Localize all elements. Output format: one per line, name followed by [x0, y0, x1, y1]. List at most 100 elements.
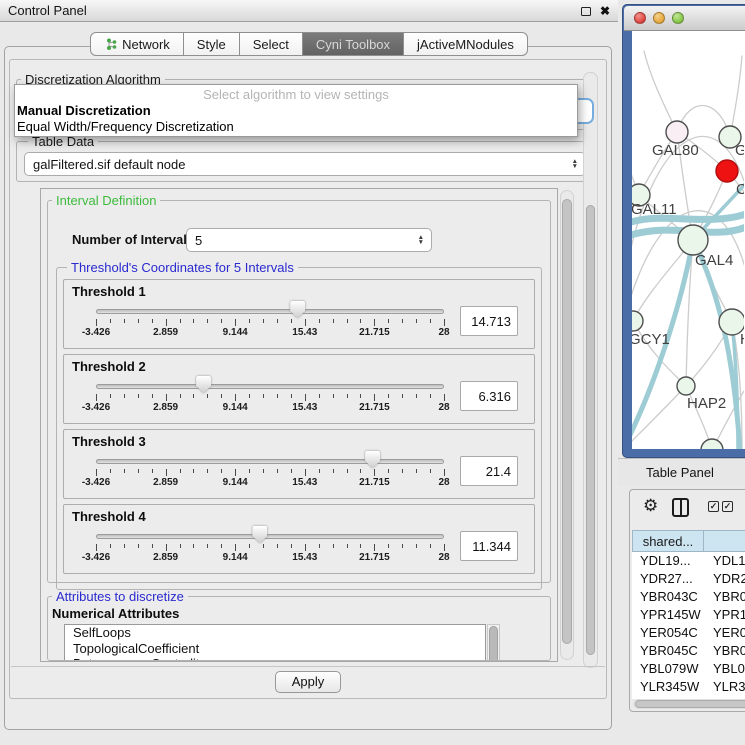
tick-label: 2.859 — [153, 477, 178, 488]
network-node-hap2[interactable] — [677, 377, 695, 395]
slider-thumb[interactable] — [290, 301, 305, 318]
thresholds-group-title: Threshold's Coordinates for 5 Intervals — [67, 260, 298, 275]
network-node-c[interactable] — [716, 160, 738, 182]
close-light-icon[interactable] — [634, 12, 646, 24]
num-intervals-select[interactable]: 5 ▲▼ — [186, 228, 432, 252]
table-cell: YDL19... — [632, 552, 704, 570]
tab-style[interactable]: Style — [184, 32, 240, 56]
spinner-icon: ▲▼ — [418, 229, 424, 251]
algorithm-dropdown-popup: Select algorithm to view settings Manual… — [14, 84, 578, 137]
network-node-gal80[interactable] — [666, 121, 688, 143]
threshold-slider[interactable]: -3.4262.8599.14415.4321.71528 — [94, 374, 446, 418]
attribute-item[interactable]: SelfLoops — [65, 625, 485, 641]
tab-label: Cyni Toolbox — [316, 37, 390, 52]
checkbox-icon[interactable]: ✓ — [722, 501, 733, 512]
thresholds-group: Threshold's Coordinates for 5 Intervals … — [56, 260, 542, 590]
panel-scrollbar[interactable] — [583, 72, 598, 668]
apply-button[interactable]: Apply — [275, 671, 342, 693]
algorithm-option-manual-discretization[interactable]: Manual Discretization — [15, 103, 577, 119]
network-node-gal4[interactable] — [678, 225, 708, 255]
threshold-label: Threshold 1 — [72, 284, 526, 299]
discretize-tab-content: Discretization Algorithm Table Data galF… — [9, 59, 607, 699]
table-row[interactable]: YDL19...YDL19 — [632, 552, 745, 570]
network-edge[interactable] — [644, 51, 677, 132]
table-row[interactable]: YBR043CYBR043C — [632, 588, 745, 606]
settings-scrollbar[interactable] — [560, 190, 574, 660]
table-row[interactable]: YBR045CYBR045C — [632, 642, 745, 660]
node-label: GCY1 — [632, 331, 670, 348]
tick-label: 28 — [438, 552, 449, 563]
control-panel-titlebar: Control Panel ✖ — [0, 0, 618, 22]
threshold-slider[interactable]: -3.4262.8599.14415.4321.71528 — [94, 524, 446, 568]
table-cell: YDL19 — [704, 552, 745, 570]
network-window-titlebar — [624, 6, 745, 31]
tick-label: 2.859 — [153, 402, 178, 413]
checkbox-icon[interactable]: ✓ — [708, 501, 719, 512]
table-data-select[interactable]: galFiltered.sif default node ▲▼ — [24, 152, 586, 176]
threshold-slider[interactable]: -3.4262.8599.14415.4321.71528 — [94, 299, 446, 343]
attribute-item[interactable]: BetweennessCentrality — [65, 656, 485, 661]
tick-label: -3.426 — [82, 552, 110, 563]
table-row[interactable]: YPR145WYPR145W — [632, 606, 745, 624]
table-toolbar: ⚙ ✓ ✓ — [630, 490, 745, 528]
zoom-light-icon[interactable] — [672, 12, 684, 24]
node-label: GAL80 — [652, 142, 699, 159]
network-edge[interactable] — [730, 56, 742, 137]
table-cell: YBL079W — [632, 660, 704, 678]
minimize-light-icon[interactable] — [653, 12, 665, 24]
tick-label: 28 — [438, 477, 449, 488]
slider-thumb[interactable] — [252, 526, 267, 543]
attribute-item[interactable]: TopologicalCoefficient — [65, 641, 485, 657]
control-panel: Control Panel ✖ NetworkStyleSelect Cyni T… — [0, 0, 618, 745]
table-header: shared...name — [632, 530, 745, 552]
tick-label: -3.426 — [82, 402, 110, 413]
algorithm-settings-panel: Interval Definition Number of Intervals … — [40, 188, 558, 662]
threshold-value-field[interactable]: 11.344 — [460, 531, 518, 561]
tick-label: 9.144 — [223, 552, 248, 563]
table-cell: YPR145W — [632, 606, 704, 624]
apply-row: Apply — [11, 666, 605, 696]
slider-thumb[interactable] — [365, 451, 380, 468]
network-window: GAL80GACGAL11GAL4GCY1HHAP2 — [622, 4, 745, 458]
network-icon — [104, 38, 117, 51]
table-panel: ⚙ ✓ ✓ shared...name YDL19...YDL19YDR27..… — [629, 489, 745, 712]
network-canvas[interactable]: GAL80GACGAL11GAL4GCY1HHAP2 — [632, 31, 745, 449]
tab-select[interactable]: Select — [240, 32, 303, 56]
table-row[interactable]: YLR345WYLR345W — [632, 678, 745, 696]
float-window-icon[interactable] — [581, 7, 591, 16]
column-header-shared[interactable]: shared... — [632, 530, 704, 552]
close-icon[interactable]: ✖ — [600, 5, 610, 17]
num-intervals-value: 5 — [195, 233, 202, 248]
node-label: GA — [735, 142, 744, 159]
tab-label: jActiveMNodules — [417, 37, 514, 52]
threshold-value-field[interactable]: 14.713 — [460, 306, 518, 336]
algorithm-hint: Select algorithm to view settings — [15, 87, 577, 103]
slider-thumb[interactable] — [196, 376, 211, 393]
node-label: HAP2 — [687, 395, 726, 412]
table-row[interactable]: YDR27...YDR27 — [632, 570, 745, 588]
table-cell: YBL079W — [704, 660, 745, 678]
gear-icon[interactable]: ⚙ — [643, 496, 658, 516]
attributes-group: Attributes to discretize Numerical Attri… — [47, 589, 551, 661]
tick-label: 15.43 — [292, 477, 317, 488]
threshold-slider[interactable]: -3.4262.8599.14415.4321.71528 — [94, 449, 446, 493]
tab-network[interactable]: Network — [90, 32, 184, 56]
threshold-value-field[interactable]: 21.4 — [460, 456, 518, 486]
threshold-value-field[interactable]: 6.316 — [460, 381, 518, 411]
tab-cyni-toolbox[interactable]: Cyni Toolbox — [303, 32, 404, 56]
algorithm-option-equal-width-frequency-discretization[interactable]: Equal Width/Frequency Discretization — [15, 119, 577, 135]
network-node[interactable] — [701, 439, 723, 449]
numerical-attributes-label: Numerical Attributes — [52, 606, 550, 621]
table-row[interactable]: YER054CYER054C — [632, 624, 745, 642]
app-root: Control Panel ✖ NetworkStyleSelect Cyni T… — [0, 0, 745, 745]
network-node-gcy1[interactable] — [632, 311, 643, 331]
numerical-attributes-list[interactable]: SelfLoopsTopologicalCoefficientBetweenne… — [64, 624, 486, 661]
column-header-name[interactable]: name — [704, 530, 745, 552]
tick-label: 2.859 — [153, 552, 178, 563]
table-row[interactable]: YBL079WYBL079W — [632, 660, 745, 678]
split-table-icon[interactable] — [672, 498, 689, 517]
table-hscrollbar[interactable] — [633, 699, 745, 709]
tab-jactivemnodules[interactable]: jActiveMNodules — [404, 32, 528, 56]
attributes-list-scrollbar[interactable] — [487, 624, 500, 661]
attributes-group-title: Attributes to discretize — [52, 589, 188, 604]
